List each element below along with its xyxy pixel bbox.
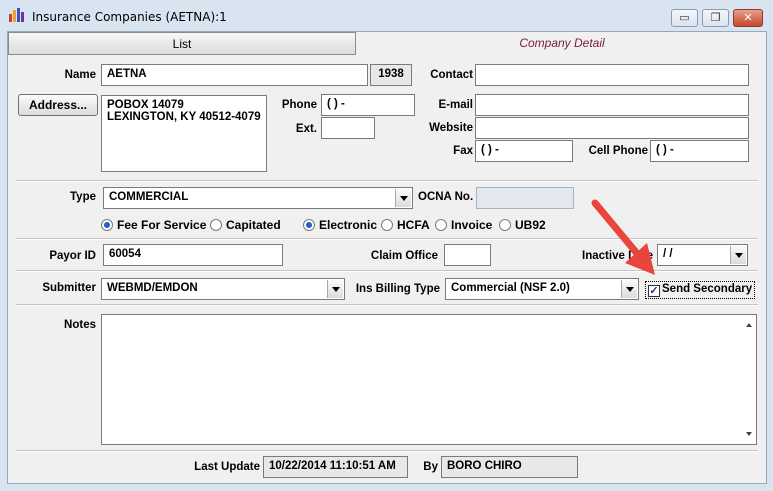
type-value: COMMERCIAL <box>109 191 189 203</box>
submitter-label: Submitter <box>42 282 96 294</box>
cell-phone-field[interactable]: ( ) - <box>650 140 749 162</box>
divider <box>16 304 758 306</box>
claim-office-label: Claim Office <box>370 250 438 262</box>
submitter-dropdown[interactable]: WEBMD/EMDON <box>101 278 345 300</box>
ins-billing-type-label: Ins Billing Type <box>355 283 440 295</box>
radio-capitated[interactable]: Capitated <box>210 218 281 232</box>
address-line-1: POBOX 14079 <box>107 99 184 111</box>
radio-invoice[interactable]: Invoice <box>435 218 492 232</box>
checkmark-icon: ✓ <box>648 285 660 297</box>
bar-chart-icon <box>9 8 25 22</box>
restore-button[interactable]: ❐ <box>702 9 729 27</box>
radio-selected-icon <box>101 219 113 231</box>
company-id-field: 1938 <box>370 64 412 86</box>
notes-textarea[interactable] <box>101 314 757 445</box>
submitter-value: WEBMD/EMDON <box>107 282 198 294</box>
last-update-label: Last Update <box>194 461 260 473</box>
address-field[interactable]: POBOX 14079 LEXINGTON, KY 40512-4079 <box>101 95 267 172</box>
inactive-date-field[interactable]: / / <box>657 244 748 266</box>
tab-list[interactable]: List <box>8 32 356 55</box>
fax-label: Fax <box>453 145 473 157</box>
contact-field[interactable] <box>475 64 749 86</box>
name-label: Name <box>64 69 96 81</box>
window-titlebar: Insurance Companies (AETNA):1 ▭ ❐ ✕ <box>0 0 773 31</box>
phone-field[interactable]: ( ) - <box>321 94 415 116</box>
ocna-field <box>476 187 574 209</box>
chevron-down-icon[interactable] <box>395 189 411 207</box>
payor-id-label: Payor ID <box>49 250 96 262</box>
by-label: By <box>423 461 438 473</box>
radio-unselected-icon <box>381 219 393 231</box>
website-label: Website <box>429 122 473 134</box>
phone-label: Phone <box>281 99 317 111</box>
type-label: Type <box>70 191 96 203</box>
divider <box>16 450 758 452</box>
scroll-up-icon[interactable] <box>746 323 752 327</box>
contact-label: Contact <box>430 69 473 81</box>
radio-unselected-icon <box>499 219 511 231</box>
by-field: BORO CHIRO <box>441 456 578 478</box>
address-button[interactable]: Address... <box>18 94 98 116</box>
close-button[interactable]: ✕ <box>733 9 763 27</box>
email-label: E-mail <box>438 99 473 111</box>
notes-label: Notes <box>64 319 96 331</box>
ins-billing-type-value: Commercial (NSF 2.0) <box>451 282 570 294</box>
last-update-field: 10/22/2014 11:10:51 AM <box>263 456 408 478</box>
radio-electronic[interactable]: Electronic <box>303 218 377 232</box>
radio-selected-icon <box>303 219 315 231</box>
minimize-button[interactable]: ▭ <box>671 9 698 27</box>
radio-hcfa[interactable]: HCFA <box>381 218 430 232</box>
website-field[interactable] <box>475 117 749 139</box>
divider <box>16 180 758 182</box>
cell-phone-label: Cell Phone <box>588 145 648 157</box>
window-title: Insurance Companies (AETNA):1 <box>32 10 227 24</box>
radio-unselected-icon <box>210 219 222 231</box>
tab-company-detail[interactable]: Company Detail <box>356 32 768 55</box>
email-field[interactable] <box>475 94 749 116</box>
ocna-label: OCNA No. <box>418 191 474 203</box>
address-line-2: LEXINGTON, KY 40512-4079 <box>107 111 261 123</box>
scroll-down-icon[interactable] <box>746 432 752 436</box>
claim-office-field[interactable] <box>444 244 491 266</box>
red-arrow-icon <box>591 199 655 275</box>
send-secondary-label: Send Secondary <box>662 283 753 295</box>
radio-fee-for-service[interactable]: Fee For Service <box>101 218 206 232</box>
ext-field[interactable] <box>321 117 375 139</box>
radio-unselected-icon <box>435 219 447 231</box>
ext-label: Ext. <box>295 123 317 135</box>
radio-ub92[interactable]: UB92 <box>499 218 546 232</box>
type-dropdown[interactable]: COMMERCIAL <box>103 187 413 209</box>
chevron-down-icon[interactable] <box>327 280 343 298</box>
chevron-down-icon[interactable] <box>730 246 746 264</box>
fax-field[interactable]: ( ) - <box>475 140 573 162</box>
payor-id-field[interactable]: 60054 <box>103 244 283 266</box>
name-field[interactable]: AETNA <box>101 64 368 86</box>
